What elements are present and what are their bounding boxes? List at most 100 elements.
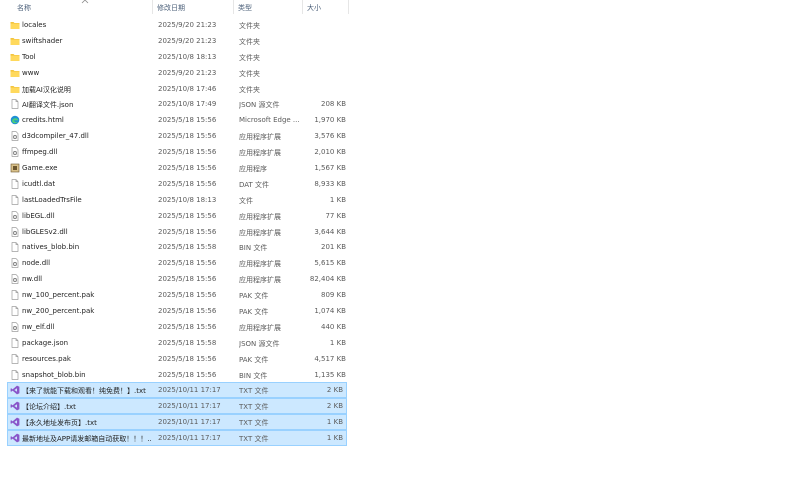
file-date: 2025/5/18 15:56 (158, 291, 217, 300)
file-type: PAK 文件 (239, 308, 269, 317)
file-name: 加载AI汉化说明 (22, 85, 71, 94)
file-type: 应用程序扩展 (239, 212, 281, 221)
column-divider[interactable] (348, 0, 349, 14)
file-date: 2025/5/18 15:56 (158, 132, 217, 141)
document-icon (10, 306, 20, 316)
file-type: JSON 源文件 (239, 101, 280, 110)
file-size: 2,010 KB (314, 148, 346, 157)
file-row[interactable]: package.json 2025/5/18 15:58 JSON 源文件 1 KB (0, 335, 350, 351)
column-date[interactable]: 修改日期 (157, 3, 185, 13)
dll-icon (10, 322, 20, 332)
column-size[interactable]: 大小 (307, 3, 321, 13)
file-size: 1,970 KB (314, 116, 346, 125)
file-date: 2025/5/18 15:58 (158, 243, 217, 252)
file-row[interactable]: AI翻译文件.json 2025/10/8 17:49 JSON 源文件 208 KB (0, 96, 350, 112)
file-date: 2025/5/18 15:56 (158, 227, 217, 236)
file-row[interactable]: resources.pak 2025/5/18 15:56 PAK 文件 4,517 … (0, 351, 350, 367)
file-type: 应用程序 (239, 165, 267, 174)
file-row[interactable]: natives_blob.bin 2025/5/18 15:58 BIN 文件 201… (0, 239, 350, 255)
file-size: 440 KB (321, 322, 346, 331)
file-size: 1 KB (329, 195, 346, 204)
file-row[interactable]: credits.html 2025/5/18 15:56 Microsoft Edg… (0, 112, 350, 128)
file-name: nw_200_percent.pak (22, 307, 95, 316)
file-type: PAK 文件 (239, 292, 269, 301)
file-name: nw.dll (22, 275, 43, 284)
file-name: credits.html (22, 116, 64, 125)
file-name: natives_blob.bin (22, 243, 80, 252)
file-size: 1 KB (326, 418, 343, 427)
file-row[interactable]: www 2025/9/20 21:23 文件夹 (0, 65, 350, 81)
file-name: ffmpeg.dll (22, 148, 58, 157)
file-type: 应用程序扩展 (239, 260, 281, 269)
file-size: 5,615 KB (314, 259, 346, 268)
visual-studio-icon (10, 417, 20, 427)
file-name: Tool (22, 52, 36, 61)
file-size: 1 KB (326, 434, 343, 443)
file-row[interactable]: 【论坛介绍】.txt 2025/10/11 17:17 TXT 文件 2 KB (7, 398, 347, 415)
file-row[interactable]: lastLoadedTrsFile 2025/10/8 18:13 文件 1 KB (0, 192, 350, 208)
file-row[interactable]: nw_elf.dll 2025/5/18 15:56 应用程序扩展 440 KB (0, 319, 350, 335)
file-size: 201 KB (321, 243, 346, 252)
column-divider[interactable] (302, 0, 303, 14)
file-date: 2025/5/18 15:56 (158, 211, 217, 220)
file-row[interactable]: 加载AI汉化说明 2025/10/8 17:46 文件夹 (0, 81, 350, 97)
file-type: 文件夹 (239, 53, 260, 62)
file-name: 【永久地址发布页】.txt (22, 419, 97, 428)
file-date: 2025/5/18 15:56 (158, 179, 217, 188)
document-icon (10, 338, 20, 348)
file-date: 2025/5/18 15:56 (158, 275, 217, 284)
file-name: 【来了就能下载和观看！纯免费！】.txt (22, 387, 146, 396)
file-name: 最新地址及APP请发邮箱自动获取！！！... (22, 435, 152, 444)
sort-up-icon[interactable] (80, 0, 90, 4)
file-date: 2025/5/18 15:56 (158, 307, 217, 316)
file-date: 2025/10/8 17:46 (158, 84, 217, 93)
file-size: 2 KB (326, 402, 343, 411)
column-type[interactable]: 类型 (238, 3, 252, 13)
file-row[interactable]: 最新地址及APP请发邮箱自动获取！！！... 2025/10/11 17:17 TX… (7, 430, 347, 447)
edge-icon (10, 115, 20, 125)
file-row[interactable]: swiftshader 2025/9/20 21:23 文件夹 (0, 33, 350, 49)
file-type: BIN 文件 (239, 244, 268, 253)
dll-icon (10, 274, 20, 284)
column-name[interactable]: 名称 (17, 3, 31, 13)
visual-studio-icon (10, 385, 20, 395)
file-row[interactable]: icudtl.dat 2025/5/18 15:56 DAT 文件 8,933 KB (0, 176, 350, 192)
file-name: locales (22, 21, 47, 29)
file-row[interactable]: nw.dll 2025/5/18 15:56 应用程序扩展 82,404 KB (0, 271, 350, 287)
file-row[interactable]: libGLESv2.dll 2025/5/18 15:56 应用程序扩展 3,644 … (0, 224, 350, 240)
file-row[interactable]: Tool 2025/10/8 18:13 文件夹 (0, 49, 350, 65)
folder-icon (10, 20, 20, 30)
file-row[interactable]: 【来了就能下载和观看！纯免费！】.txt 2025/10/11 17:17 TXT … (7, 382, 347, 399)
file-size: 1,135 KB (314, 370, 346, 379)
file-type: 应用程序扩展 (239, 228, 281, 237)
file-name: node.dll (22, 259, 51, 268)
file-list: locales 2025/9/20 21:23 文件夹 swiftshader 2025… (0, 17, 350, 447)
file-row[interactable]: ffmpeg.dll 2025/5/18 15:56 应用程序扩展 2,010 KB (0, 144, 350, 160)
file-date: 2025/10/11 17:17 (158, 386, 221, 395)
file-size: 1,567 KB (314, 164, 346, 173)
document-icon (10, 195, 20, 205)
dll-icon (10, 258, 20, 269)
file-type: 应用程序扩展 (239, 149, 281, 158)
file-type: 应用程序扩展 (239, 276, 281, 285)
file-row[interactable]: locales 2025/9/20 21:23 文件夹 (0, 17, 350, 33)
column-divider[interactable] (233, 0, 234, 14)
file-name: d3dcompiler_47.dll (22, 132, 89, 141)
file-date: 2025/10/8 18:13 (158, 52, 217, 61)
dll-icon (10, 210, 20, 221)
file-row[interactable]: snapshot_blob.bin 2025/5/18 15:56 BIN 文件 1,… (0, 367, 350, 383)
file-type: TXT 文件 (239, 435, 269, 444)
column-divider[interactable] (152, 0, 153, 14)
file-row[interactable]: libEGL.dll 2025/5/18 15:56 应用程序扩展 77 KB (0, 208, 350, 224)
file-name: nw_100_percent.pak (22, 291, 95, 300)
file-row[interactable]: d3dcompiler_47.dll 2025/5/18 15:56 应用程序扩展 3… (0, 128, 350, 144)
file-type: TXT 文件 (239, 419, 269, 428)
file-row[interactable]: nw_200_percent.pak 2025/5/18 15:56 PAK 文件 1… (0, 303, 350, 319)
file-name: AI翻译文件.json (22, 101, 74, 110)
file-name: nw_elf.dll (22, 322, 55, 331)
file-row[interactable]: Game.exe 2025/5/18 15:56 应用程序 1,567 KB (0, 160, 350, 176)
file-row[interactable]: node.dll 2025/5/18 15:56 应用程序扩展 5,615 KB (0, 255, 350, 271)
file-name: resources.pak (22, 354, 71, 363)
file-row[interactable]: 【永久地址发布页】.txt 2025/10/11 17:17 TXT 文件 1 KB (7, 414, 347, 431)
file-row[interactable]: nw_100_percent.pak 2025/5/18 15:56 PAK 文件 8… (0, 287, 350, 303)
